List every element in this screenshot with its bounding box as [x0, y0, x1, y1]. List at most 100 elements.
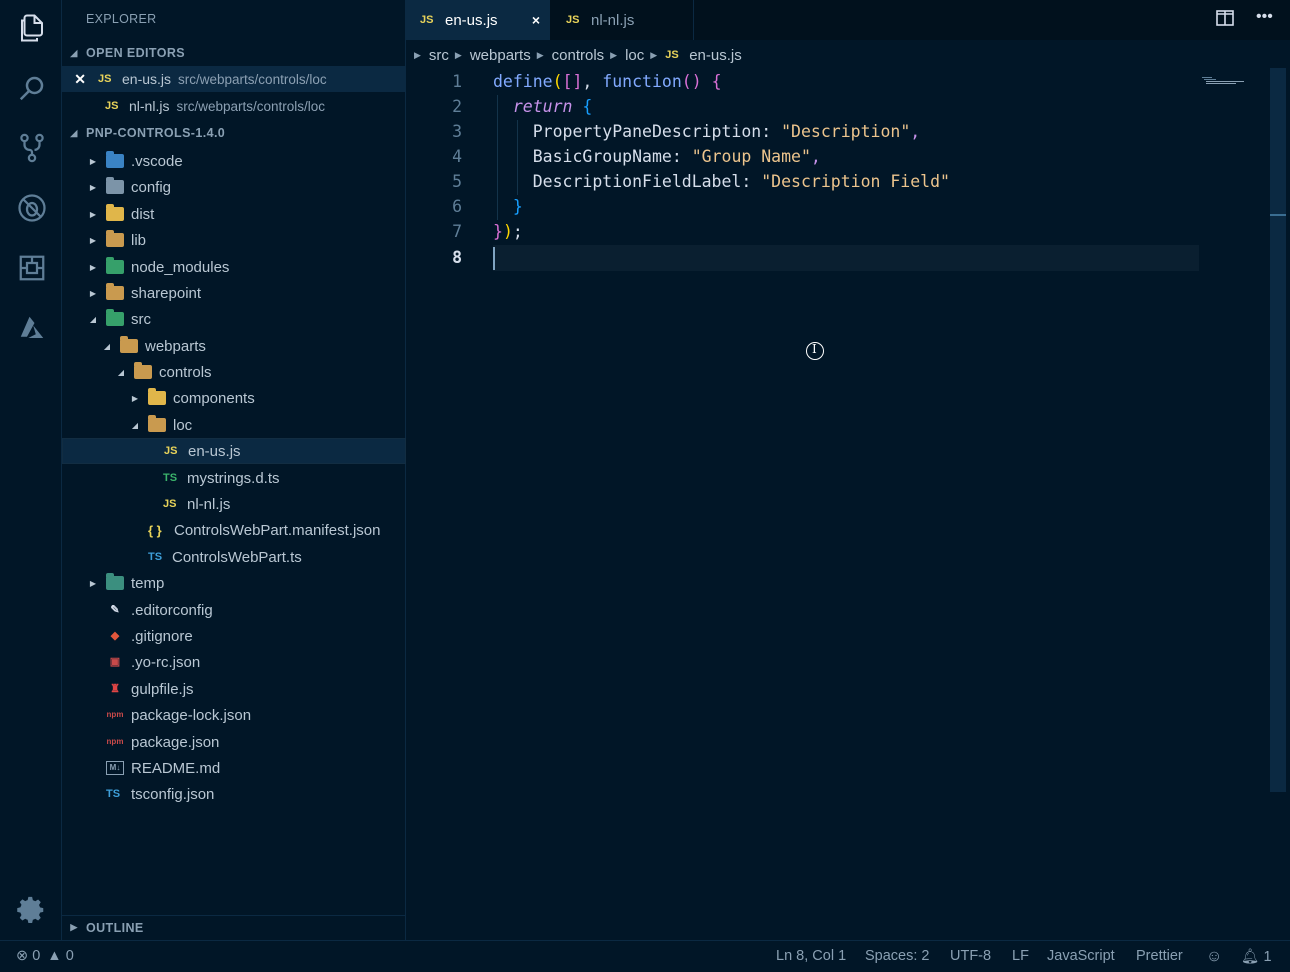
settings-gear-icon[interactable] [16, 894, 48, 926]
tab-en-us[interactable]: JS en-us.js × [406, 0, 550, 40]
chevron-right-icon: ▶ [610, 49, 618, 60]
chevron-right-icon: ▶ [89, 262, 97, 272]
code-text: return { [512, 97, 593, 116]
code-editor[interactable]: 1 define([], function() { 2 return { 3 P… [406, 68, 1270, 940]
tree-label: gulpfile.js [131, 680, 194, 698]
files-icon[interactable] [16, 12, 48, 44]
tree-file-gitignore[interactable]: ◆ .gitignore [62, 623, 406, 649]
chevron-right-icon: ▶ [414, 49, 421, 60]
tree-file-package-lock[interactable]: npm package-lock.json [62, 702, 406, 728]
formatter-status[interactable]: Prettier [1136, 948, 1183, 964]
tree-label: controls [159, 363, 212, 381]
feedback-smiley-icon[interactable]: ☺ [1206, 948, 1222, 966]
more-actions-icon[interactable]: ••• [1256, 8, 1273, 26]
tree-folder-lib[interactable]: ▶ lib [62, 227, 406, 253]
tree-folder-dist[interactable]: ▶ dist [62, 201, 406, 227]
line-number: 3 [452, 122, 462, 141]
json-file-icon: { } [148, 522, 162, 538]
line-number: 8 [452, 248, 462, 267]
line-number: 2 [452, 97, 462, 116]
close-icon[interactable]: ✕ [62, 71, 90, 88]
open-editor-name: en-us.js [122, 71, 172, 87]
chevron-right-icon: ▶ [89, 182, 97, 192]
folder-open-icon [148, 415, 166, 432]
explorer-title: EXPLORER [86, 12, 157, 26]
error-icon: ⊗ [16, 948, 29, 964]
chevron-down-icon: ◢ [117, 367, 125, 377]
tree-file-webpart-ts[interactable]: TS ControlsWebPart.ts [62, 544, 406, 570]
code-line: 4 BasicGroupName: "Group Name", [406, 144, 1206, 169]
azure-icon[interactable] [16, 312, 48, 344]
chevron-right-icon: ▶ [650, 49, 658, 60]
code-line: 5 DescriptionFieldLabel: "Description Fi… [406, 169, 1206, 194]
tree-file-mystrings[interactable]: TS mystrings.d.ts [62, 465, 406, 491]
chevron-right-icon: ▶ [89, 209, 97, 219]
tab-label: en-us.js [445, 11, 498, 29]
bell-icon: 🔔︎ [1241, 949, 1260, 965]
tree-file-editorconfig[interactable]: ✎ .editorconfig [62, 597, 406, 623]
tree-folder-config[interactable]: ▶ config [62, 174, 406, 200]
tree-folder-node-modules[interactable]: ▶ node_modules [62, 254, 406, 280]
notifications[interactable]: 🔔︎ 1 [1241, 948, 1272, 965]
notification-count: 1 [1263, 949, 1272, 965]
code-line: 2 return { [406, 94, 1206, 119]
text-cursor [493, 247, 495, 270]
tree-file-yo-rc[interactable]: ▣ .yo-rc.json [62, 649, 406, 675]
line-number: 4 [452, 147, 462, 166]
breadcrumb-item[interactable]: controls [552, 47, 605, 64]
tree-folder-vscode[interactable]: ▶ .vscode [62, 148, 406, 174]
tree-label: dist [131, 205, 155, 223]
tree-folder-webparts[interactable]: ◢ webparts [62, 333, 406, 359]
open-editor-item[interactable]: ✕ JS en-us.js src/webparts/controls/loc [62, 66, 406, 92]
breadcrumb: ▶ src ▶ webparts ▶ controls ▶ loc ▶ JS e… [406, 42, 1286, 68]
split-editor-icon[interactable] [1216, 10, 1234, 31]
project-label: PNP-CONTROLS-1.4.0 [86, 126, 226, 140]
tree-folder-controls[interactable]: ◢ controls [62, 359, 406, 385]
search-icon[interactable] [16, 72, 48, 104]
tree-label: config [131, 178, 172, 196]
tree-file-nl-nl[interactable]: JS nl-nl.js [62, 491, 406, 517]
source-control-icon[interactable] [16, 132, 48, 164]
ts-definition-file-icon: TS [163, 472, 178, 484]
folder-icon [106, 204, 124, 221]
tree-folder-loc[interactable]: ◢ loc [62, 412, 406, 438]
tree-file-manifest[interactable]: { } ControlsWebPart.manifest.json [62, 517, 406, 543]
indentation-setting[interactable]: Spaces: 2 [865, 948, 930, 964]
tree-file-readme[interactable]: M↓ README.md [62, 755, 406, 781]
ts-file-icon: TS [148, 551, 163, 563]
breadcrumb-item[interactable]: en-us.js [689, 47, 742, 64]
minimap[interactable] [1202, 72, 1246, 84]
tree-folder-sharepoint[interactable]: ▶ sharepoint [62, 280, 406, 306]
code-line: 8 [406, 245, 1206, 270]
project-header[interactable]: ◢ PNP-CONTROLS-1.4.0 [62, 121, 406, 145]
open-editors-header[interactable]: ◢ OPEN EDITORS [62, 41, 406, 65]
close-icon[interactable]: × [532, 12, 540, 28]
language-mode[interactable]: JavaScript [1047, 948, 1115, 964]
encoding-setting[interactable]: UTF-8 [950, 948, 991, 964]
tree-file-package[interactable]: npm package.json [62, 729, 406, 755]
vertical-scrollbar[interactable] [1270, 68, 1286, 792]
tree-file-gulpfile[interactable]: ♜ gulpfile.js [62, 676, 406, 702]
tree-file-tsconfig[interactable]: TS tsconfig.json [62, 781, 406, 807]
outline-header[interactable]: ▶ OUTLINE [62, 915, 406, 939]
eol-setting[interactable]: LF [1012, 948, 1029, 964]
breadcrumb-item[interactable]: src [429, 47, 449, 64]
problems-indicator[interactable]: ⊗ 0 ▲ 0 [16, 948, 74, 964]
tree-folder-temp[interactable]: ▶ temp [62, 570, 406, 596]
breadcrumb-item[interactable]: loc [625, 47, 644, 64]
tree-label: mystrings.d.ts [187, 469, 280, 487]
extensions-icon[interactable] [16, 252, 48, 284]
tree-file-en-us[interactable]: JS en-us.js [62, 438, 406, 464]
tab-nl-nl[interactable]: JS nl-nl.js [552, 0, 694, 40]
chevron-right-icon: ▶ [89, 288, 97, 298]
open-editor-path: src/webparts/controls/loc [178, 71, 327, 87]
open-editors-label: OPEN EDITORS [86, 46, 186, 60]
cursor-position[interactable]: Ln 8, Col 1 [776, 948, 846, 964]
breadcrumb-item[interactable]: webparts [470, 47, 531, 64]
chevron-right-icon: ▶ [70, 922, 78, 932]
tree-folder-components[interactable]: ▶ components [62, 385, 406, 411]
open-editor-item[interactable]: JS nl-nl.js src/webparts/controls/loc [62, 93, 406, 119]
debug-icon[interactable] [16, 192, 48, 224]
tree-label: temp [131, 574, 165, 592]
tree-folder-src[interactable]: ◢ src [62, 306, 406, 332]
